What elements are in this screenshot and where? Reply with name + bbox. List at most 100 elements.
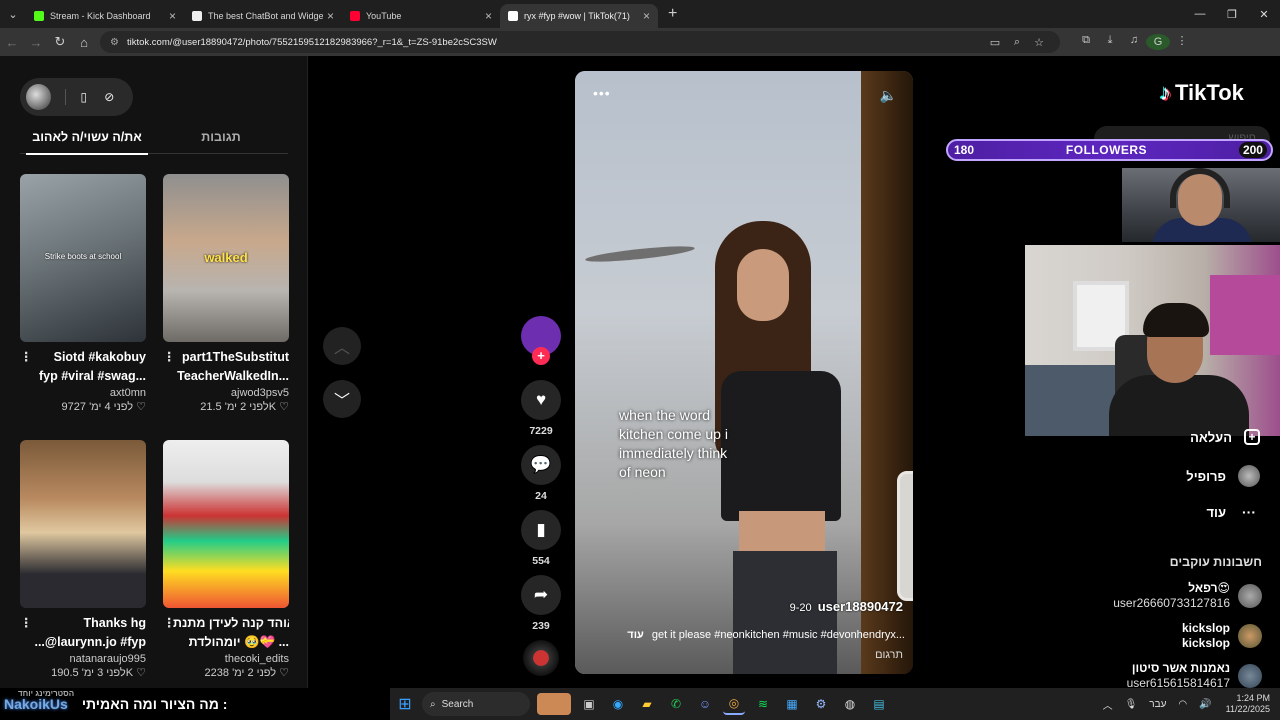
whatsapp-icon[interactable]: ✆ xyxy=(665,693,687,715)
video-card[interactable]: ⋮ אוהד קנה לעידן מתנת יומהולדת 🥹💝 ... theco… xyxy=(163,440,289,679)
card-more-icon[interactable]: ⋮ xyxy=(163,614,176,633)
video-thumbnail[interactable] xyxy=(20,440,146,608)
windows-start-icon[interactable]: ⊞ xyxy=(394,693,416,715)
mobile-icon[interactable]: ▯ xyxy=(76,89,91,105)
video-thumbnail[interactable]: walked xyxy=(163,174,289,342)
previous-video-button[interactable]: ︿ xyxy=(323,327,361,365)
close-tab-icon[interactable]: × xyxy=(327,9,334,23)
media-icon[interactable]: ♫ xyxy=(1122,34,1146,50)
card-author[interactable]: thecoki_edits xyxy=(163,653,289,665)
browser-tab[interactable]: Stream - Kick Dashboard × xyxy=(26,4,184,28)
nav-more[interactable]: עוד ··· xyxy=(1150,501,1260,523)
chrome-icon[interactable]: ◎ xyxy=(723,693,745,715)
volume-tray-icon[interactable]: 🔊 xyxy=(1199,699,1211,710)
comment-icon[interactable]: 💬 xyxy=(521,445,561,485)
card-title[interactable]: ⋮ אוהד קנה לעידן מתנת xyxy=(163,614,289,633)
close-window-button[interactable]: ✕ xyxy=(1248,0,1280,28)
music-disc-icon[interactable] xyxy=(523,640,559,676)
share-icon[interactable]: ➦ xyxy=(521,575,561,615)
close-tab-icon[interactable]: × xyxy=(643,9,650,23)
browser-menu-icon[interactable]: ⋮ xyxy=(1170,34,1194,50)
compass-icon[interactable]: ⊘ xyxy=(102,89,117,105)
volume-icon[interactable]: 🔈 xyxy=(880,87,897,104)
maximize-button[interactable]: ❐ xyxy=(1216,0,1248,28)
more-link[interactable]: עוד xyxy=(627,629,644,641)
taskbar-search[interactable]: ⌕ Search xyxy=(422,692,530,716)
card-title[interactable]: ⋮ Siotd #kakobuy xyxy=(20,348,146,367)
following-account[interactable]: נאמנות אשר סיטון user615615814617 xyxy=(1100,661,1262,691)
following-account[interactable]: רפאל😍 user26660733127816 xyxy=(1100,581,1262,611)
browser-tab[interactable]: The best ChatBot and Widgets × xyxy=(184,4,342,28)
card-more-icon[interactable]: ⋮ xyxy=(163,348,176,367)
reload-button[interactable]: ↻ xyxy=(48,28,72,56)
card-author[interactable]: ajwod3psv5 xyxy=(163,387,289,399)
comment-action[interactable]: 💬 24 xyxy=(521,445,561,502)
video-player[interactable]: ••• 🔈 when the word kitchen come up i im… xyxy=(575,71,913,674)
back-button[interactable]: ← xyxy=(0,28,24,56)
video-thumbnail[interactable] xyxy=(163,440,289,608)
new-tab-button[interactable]: + xyxy=(668,5,677,23)
file-explorer-icon[interactable]: ▰ xyxy=(636,693,658,715)
close-tab-icon[interactable]: × xyxy=(485,9,492,23)
profile-button[interactable]: G xyxy=(1146,34,1170,50)
video-card[interactable]: Strike boots at school ⋮ Siotd #kakobuy fyp… xyxy=(20,174,146,413)
language-indicator[interactable]: עבר xyxy=(1149,699,1166,710)
wifi-icon[interactable]: ◠ xyxy=(1178,699,1187,710)
card-more-icon[interactable]: ⋮ xyxy=(20,614,33,633)
card-author[interactable]: axt0mn xyxy=(20,387,146,399)
cast-icon[interactable]: ▭ xyxy=(984,36,1006,49)
heart-icon[interactable]: ♥ xyxy=(521,380,561,420)
creator-avatar[interactable]: + xyxy=(521,316,561,365)
profile-icon xyxy=(1238,465,1260,487)
video-thumbnail[interactable]: Strike boots at school xyxy=(20,174,146,342)
like-action[interactable]: ♥ 7229 xyxy=(521,380,561,437)
tiktok-logo[interactable]: ♪ TikTok xyxy=(1160,80,1244,106)
bookmark-star-icon[interactable]: ☆ xyxy=(1028,36,1050,49)
browser-tab[interactable]: YouTube × xyxy=(342,4,500,28)
task-view-icon[interactable]: ▣ xyxy=(578,693,600,715)
photos-icon[interactable]: ▦ xyxy=(781,693,803,715)
clock[interactable]: 1:24 PM 11/22/2025 xyxy=(1226,693,1270,715)
microphone-icon[interactable]: 🎙 xyxy=(1125,699,1138,710)
tab-you-may-like[interactable]: את/ה עשוי/ה לאהוב xyxy=(20,128,154,155)
video-author[interactable]: 9-20 user18890472 xyxy=(790,599,903,614)
zoom-icon[interactable]: ⌕ xyxy=(1006,36,1028,49)
translate-link[interactable]: תרגום xyxy=(875,649,903,661)
tray-chevron-icon[interactable]: ︿ xyxy=(1103,697,1113,712)
forward-button[interactable]: → xyxy=(24,28,48,56)
tab-comments[interactable]: תגובות xyxy=(154,128,288,153)
edge-icon[interactable]: ◉ xyxy=(607,693,629,715)
card-more-icon[interactable]: ⋮ xyxy=(20,348,33,367)
notepad-icon[interactable]: ▤ xyxy=(868,693,890,715)
video-more-icon[interactable]: ••• xyxy=(593,85,611,101)
avatar[interactable] xyxy=(26,84,52,110)
home-button[interactable]: ⌂ xyxy=(72,28,96,56)
save-action[interactable]: ▮ 554 xyxy=(521,510,561,567)
subject-top xyxy=(721,371,841,521)
widget-icon[interactable] xyxy=(537,693,571,715)
nav-profile[interactable]: פרופיל xyxy=(1150,465,1260,487)
minimize-button[interactable]: — xyxy=(1184,0,1216,28)
site-info-icon[interactable]: ⚙ xyxy=(110,37,119,48)
extensions-icon[interactable]: ⧉ xyxy=(1074,34,1098,50)
card-author[interactable]: natanaraujo995 xyxy=(20,653,146,665)
address-bar[interactable]: ⚙ tiktok.com/@user18890472/photo/7552159… xyxy=(100,31,1060,53)
share-action[interactable]: ➦ 239 xyxy=(521,575,561,632)
downloads-icon[interactable]: ⤓ xyxy=(1098,34,1122,50)
close-tab-icon[interactable]: × xyxy=(169,9,176,23)
card-title[interactable]: ⋮ Thanks hg xyxy=(20,614,146,633)
bookmark-icon[interactable]: ▮ xyxy=(521,510,561,550)
browser-tab[interactable]: ryx #fyp #wow | TikTok(71) × xyxy=(500,4,658,28)
spotify-icon[interactable]: ≋ xyxy=(752,693,774,715)
steam-icon[interactable]: ⚙ xyxy=(810,693,832,715)
video-card[interactable]: walked ⋮ part1TheSubstitut TeacherWalkedIn.… xyxy=(163,174,289,413)
tab-search-button[interactable]: ⌄ xyxy=(0,0,26,28)
follow-plus-icon[interactable]: + xyxy=(532,347,550,365)
next-video-button[interactable]: ﹀ xyxy=(323,380,361,418)
video-card[interactable]: ⋮ Thanks hg ...@laurynn.jo #fyp natanaraujo… xyxy=(20,440,146,679)
card-title[interactable]: ⋮ part1TheSubstitut xyxy=(163,348,289,367)
following-account[interactable]: kickslop kickslop xyxy=(1100,621,1262,651)
obs-icon[interactable]: ◍ xyxy=(839,693,861,715)
nav-upload[interactable]: העלאה + xyxy=(1150,429,1260,445)
discord-icon[interactable]: ☺ xyxy=(694,693,716,715)
